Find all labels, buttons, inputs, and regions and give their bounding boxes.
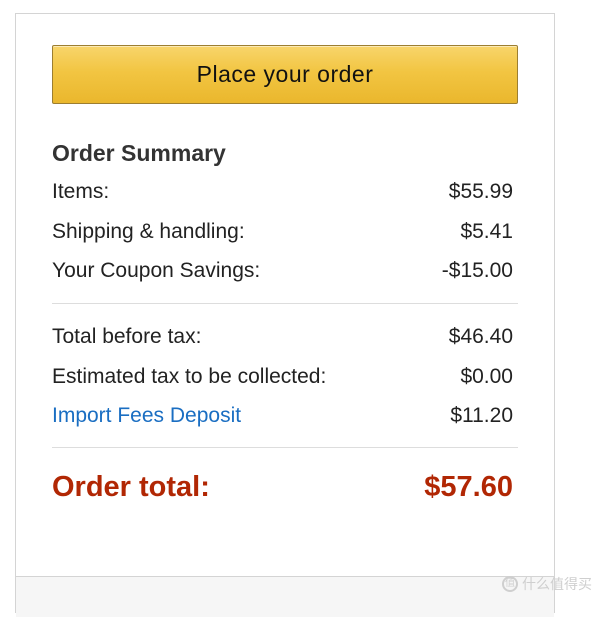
estimated-tax-value: $0.00 <box>460 365 513 389</box>
total-before-tax-label: Total before tax: <box>52 325 201 349</box>
summary-divider-2 <box>52 447 518 448</box>
watermark: 值 什么值得买 <box>502 574 592 594</box>
items-value: $55.99 <box>449 180 513 204</box>
total-before-tax-value: $46.40 <box>449 325 513 349</box>
panel-footer <box>16 576 554 617</box>
order-total-label: Order total: <box>52 471 210 504</box>
coupon-value: -$15.00 <box>442 259 513 283</box>
coupon-label: Your Coupon Savings: <box>52 259 260 283</box>
summary-row-import-fees: Import Fees Deposit $11.20 <box>52 403 513 429</box>
order-summary-title: Order Summary <box>52 140 226 167</box>
summary-row-shipping: Shipping & handling: $5.41 <box>52 219 513 245</box>
zhi-logo-icon: 值 <box>502 576 518 592</box>
summary-divider-1 <box>52 303 518 304</box>
order-total-row: Order total: $57.60 <box>52 470 513 504</box>
items-label: Items: <box>52 180 109 204</box>
order-total-value: $57.60 <box>424 471 513 504</box>
summary-row-total-before-tax: Total before tax: $46.40 <box>52 324 513 350</box>
import-fees-deposit-link[interactable]: Import Fees Deposit <box>52 404 241 428</box>
summary-row-coupon: Your Coupon Savings: -$15.00 <box>52 258 513 284</box>
summary-row-items: Items: $55.99 <box>52 179 513 205</box>
watermark-text: 什么值得买 <box>522 574 592 594</box>
shipping-value: $5.41 <box>460 220 513 244</box>
order-summary-panel: Place your order Order Summary Items: $5… <box>15 13 555 613</box>
shipping-label: Shipping & handling: <box>52 220 245 244</box>
import-fees-value: $11.20 <box>450 404 513 428</box>
summary-row-estimated-tax: Estimated tax to be collected: $0.00 <box>52 364 513 390</box>
place-order-button[interactable]: Place your order <box>52 45 518 104</box>
estimated-tax-label: Estimated tax to be collected: <box>52 365 326 389</box>
